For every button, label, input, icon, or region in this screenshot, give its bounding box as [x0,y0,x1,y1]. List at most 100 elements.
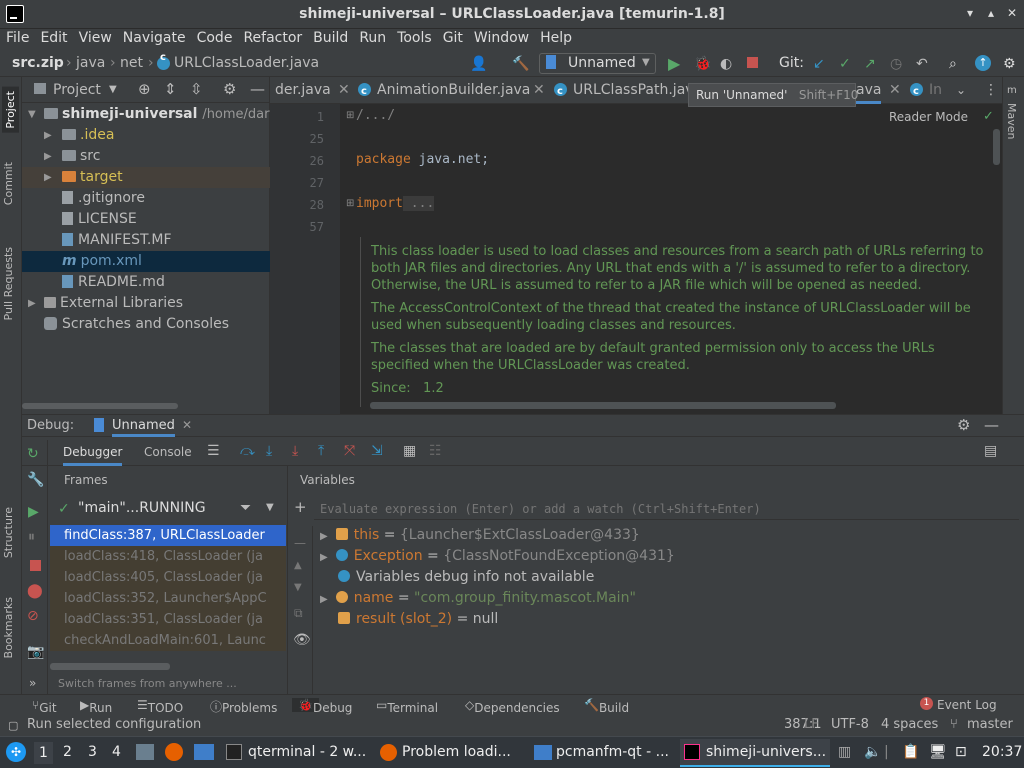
tab-der-java[interactable]: der.java [275,77,331,104]
network-icon[interactable]: 🖥 [929,744,947,760]
update-icon[interactable]: ↑ [975,55,991,71]
show-watches-icon[interactable]: 👁 [293,632,311,648]
tool-tab-git[interactable]: ⑂ Git [32,698,57,715]
menu-refactor[interactable]: Refactor [237,29,307,46]
tree-item-pom[interactable]: m pom.xml [22,251,270,272]
duplicate-icon[interactable]: ⧉ [294,606,303,621]
vertical-scrollbar[interactable] [993,129,1000,165]
tool-tab-pull-requests[interactable]: Pull Requests [2,247,15,320]
firefox-launcher-icon[interactable] [165,743,183,761]
frame-item-selected[interactable]: findClass:387, URLClassLoader [50,525,286,546]
mute-breakpoints-icon[interactable]: ⊘ [27,608,39,624]
variable-row[interactable]: ▶ this = {Launcher$ExtClassLoader@433} [320,525,640,546]
close-icon[interactable]: ✕ [1004,5,1020,21]
maximize-icon[interactable]: ▴ [983,5,999,21]
frame-item[interactable]: checkAndLoadMain:601, Launc [50,630,286,651]
step-out-icon[interactable]: ⤒ [318,443,324,459]
variable-row[interactable]: ▶ name = "com.group_finity.mascot.Main" [320,588,636,609]
desktop-2[interactable]: 2 [63,744,72,760]
code-package-line[interactable]: package java.net; [356,152,489,167]
fold-icon[interactable]: ⊞ [346,198,354,209]
tab-urlclassloader-active[interactable]: ava [856,77,882,104]
volume-icon[interactable]: 🔈 [864,744,881,760]
chevron-right-icon[interactable]: ▶ [320,552,328,563]
tree-item-gitignore[interactable]: .gitignore [22,188,270,209]
settings-gear-icon[interactable]: ⚙ [957,416,970,434]
git-update-icon[interactable]: ↙ [813,55,825,73]
chevron-down-icon[interactable]: ▼ [109,84,117,95]
debug-session-tab[interactable]: Unnamed [112,418,175,437]
rerun-icon[interactable]: ↻ [27,446,39,462]
tool-tab-event-log[interactable]: Event Log [937,698,997,712]
view-breakpoints-icon[interactable]: ⬤ [27,583,43,599]
step-into-icon[interactable]: ⤓ [266,443,272,459]
breadcrumb-java[interactable]: java [76,55,105,71]
desktop-3[interactable]: 3 [88,744,97,760]
run-icon[interactable]: ▶ [668,55,680,73]
tool-tab-project[interactable]: Project [2,87,19,133]
remove-watch-icon[interactable]: — [294,536,306,550]
history-icon[interactable]: ◷ [890,55,902,73]
chevron-right-icon[interactable]: ▶ [44,125,52,146]
tree-item-license[interactable]: LICENSE [22,209,270,230]
chevron-down-icon[interactable]: ⌄ [956,77,966,104]
variable-row[interactable]: result (slot_2) = null [338,609,498,630]
menu-window[interactable]: Window [468,29,534,46]
menu-tools[interactable]: Tools [391,29,437,46]
tool-tab-commit[interactable]: Commit [2,162,15,205]
horizontal-scrollbar[interactable] [370,402,836,409]
horizontal-scrollbar[interactable] [22,403,178,409]
line-separator[interactable]: LF [804,717,819,732]
locate-icon[interactable]: ⊕ [138,80,151,98]
desktop-4[interactable]: 4 [112,744,121,760]
reader-mode-toggle[interactable]: Reader Mode [889,110,968,124]
file-manager-launcher-icon[interactable] [136,744,154,760]
menu-build[interactable]: Build [307,29,353,46]
chevron-right-icon[interactable]: ▶ [320,531,328,542]
hide-icon[interactable]: — [250,80,265,98]
tab-close-icon[interactable]: ✕ [338,77,350,104]
tab-close-icon[interactable]: ✕ [533,77,545,104]
tree-item-src[interactable]: ▶ src [22,146,270,167]
breadcrumb-file[interactable]: URLClassLoader.java [174,55,319,71]
tab-overflow[interactable]: In [910,77,942,105]
stop-icon[interactable] [747,57,758,68]
tree-item-scratches[interactable]: Scratches and Consoles [22,314,270,335]
tool-tab-run[interactable]: ▶ Run [80,698,112,715]
hide-icon[interactable]: — [984,416,999,434]
chevron-right-icon[interactable]: ▶ [28,293,36,314]
chevron-down-icon[interactable]: ▼ [28,104,36,125]
frame-item[interactable]: loadClass:351, ClassLoader (ja [50,609,286,630]
more-icon[interactable]: ⋮ [984,77,998,104]
tool-tab-maven[interactable]: Maven [1005,103,1018,139]
status-window-icon[interactable]: ▢ [8,719,18,732]
move-up-icon[interactable]: ▲ [294,560,302,571]
tree-item-manifest[interactable]: MANIFEST.MF [22,230,270,251]
chevron-right-icon[interactable]: ▶ [44,146,52,167]
tab-close-icon[interactable]: ✕ [889,77,901,104]
build-hammer-icon[interactable]: 🔨 [512,55,529,73]
tab-animationbuilder[interactable]: AnimationBuilder.java [358,77,530,105]
close-icon[interactable]: ✕ [182,418,192,432]
drop-frame-icon[interactable]: ⤧ [344,443,355,459]
trace-icon[interactable]: ☷ [429,443,442,459]
task-intellij-active[interactable]: shimeji-univers... [680,739,830,767]
stop-icon[interactable] [30,560,41,571]
folder-launcher-icon[interactable] [194,744,214,760]
restore-layout-icon[interactable]: ▤ [984,443,997,459]
tool-tab-structure[interactable]: Structure [2,507,15,558]
chevron-right-icon[interactable]: ▶ [320,594,328,605]
move-down-icon[interactable]: ▼ [294,582,302,593]
variable-row[interactable]: ▶ Exception = {ClassNotFoundException@431… [320,546,675,567]
expand-all-icon[interactable]: ⇕ [164,80,177,98]
chevron-down-icon[interactable]: ▼ [266,502,274,513]
user-icon[interactable]: 👤 [470,55,487,73]
tab-console[interactable]: Console [144,445,192,459]
fold-icon[interactable]: ⊞ [346,110,354,121]
tool-tab-dependencies[interactable]: ◇ Dependencies [465,698,560,715]
pause-icon[interactable]: ⏸ [28,529,35,545]
file-encoding[interactable]: UTF-8 [831,717,869,732]
frame-item[interactable]: loadClass:405, ClassLoader (ja [50,567,286,588]
coverage-icon[interactable]: ◐ [720,55,732,73]
tree-item-target[interactable]: ▶ target [22,167,270,188]
